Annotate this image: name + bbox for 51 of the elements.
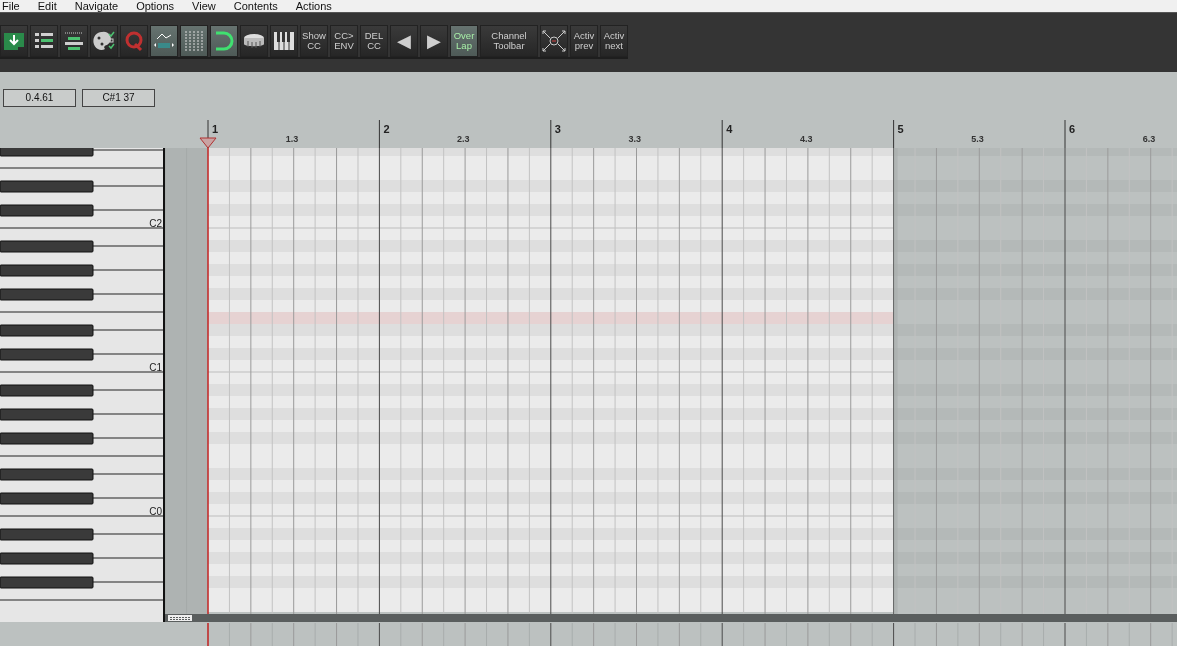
menu-item[interactable]: Edit <box>37 0 57 12</box>
piano-keyboard-drawing[interactable] <box>0 148 165 622</box>
expand-arrows-icon <box>541 29 567 53</box>
toolbar-button[interactable] <box>180 25 208 57</box>
piano-keys-icon <box>272 29 296 53</box>
toolbar-button[interactable] <box>150 25 178 57</box>
toolbar-button[interactable]: ◀ <box>390 25 418 57</box>
note-field[interactable]: C#1 37 <box>82 89 155 107</box>
ruler-label: 4.3 <box>799 134 813 144</box>
toolbar-button[interactable] <box>30 25 58 57</box>
grid-lines-icon <box>182 29 206 53</box>
toolbar-button[interactable] <box>270 25 298 57</box>
ruler-label: 6 <box>1069 123 1076 135</box>
palette-icon <box>92 29 116 53</box>
toolbar-button[interactable] <box>90 25 118 57</box>
ruler-label: 3 <box>554 123 561 135</box>
ruler-label: 4 <box>726 123 733 135</box>
menu-item[interactable]: Navigate <box>74 0 119 12</box>
ruler-label: 1 <box>212 123 219 135</box>
octave-label: C2 <box>149 218 162 229</box>
menu-item[interactable]: View <box>192 0 216 12</box>
menu-item[interactable]: Contents <box>233 0 278 12</box>
ruler-label: 5 <box>897 123 904 135</box>
toolbar-button[interactable] <box>0 25 28 57</box>
octave-label: C0 <box>149 506 162 517</box>
toolbar-button[interactable] <box>240 25 268 57</box>
menu-item[interactable]: File <box>2 0 20 12</box>
menu-item[interactable]: Options <box>136 0 175 12</box>
toolbar-button[interactable]: Activ next <box>600 25 628 57</box>
ruler-label: 1.3 <box>285 134 299 144</box>
lines-icon <box>62 29 86 53</box>
scrollbar-grip-icon[interactable] <box>168 615 192 621</box>
ruler-label: 3.3 <box>628 134 641 144</box>
horizontal-scrollbar[interactable] <box>165 614 1177 622</box>
toolbar-button[interactable]: Show CC <box>300 25 328 57</box>
position-field[interactable]: 0.4.61 <box>3 89 76 107</box>
octave-label: C1 <box>149 362 162 373</box>
toolbar-button[interactable] <box>540 25 568 57</box>
toolbar-button[interactable]: Channel Toolbar <box>480 25 538 57</box>
toolbar-button[interactable]: Activ prev <box>570 25 598 57</box>
ruler-label: 6.3 <box>1142 134 1156 144</box>
toolbar-button[interactable]: DEL CC <box>360 25 388 57</box>
toolbar-button[interactable]: ▶ <box>420 25 448 57</box>
menu-item[interactable]: Actions <box>295 0 332 12</box>
ruler-label: 2 <box>383 123 390 135</box>
toolbar-button[interactable] <box>60 25 88 57</box>
toolbar-button[interactable]: Over Lap <box>450 25 478 57</box>
ruler-label: 5.3 <box>971 134 984 144</box>
ruler-label: 2.3 <box>457 134 470 144</box>
toolbar-button[interactable]: CC> ENV <box>330 25 358 57</box>
toolbar-button[interactable] <box>210 25 238 57</box>
